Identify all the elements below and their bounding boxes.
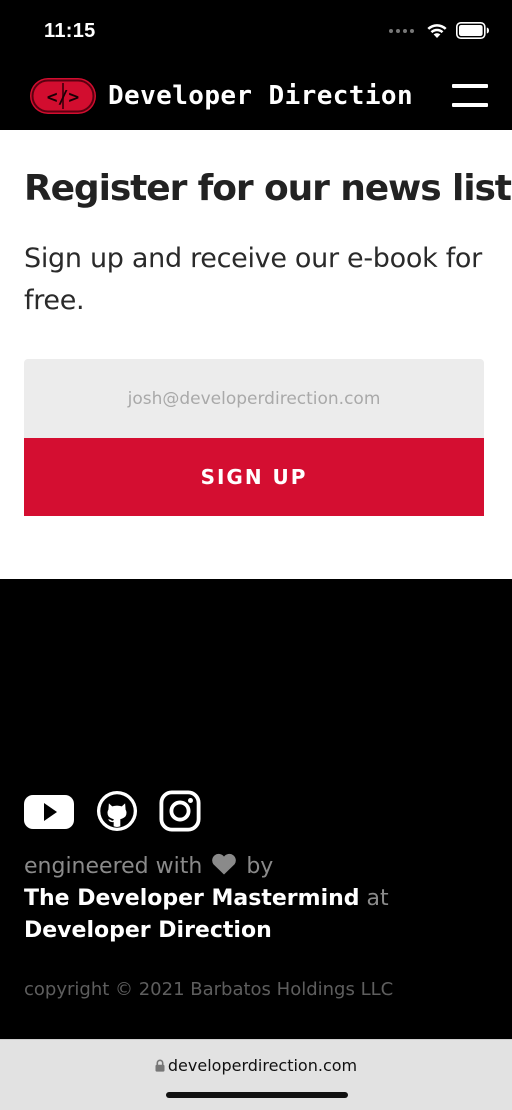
company-link[interactable]: Developer Direction: [24, 918, 272, 943]
page-title: Register for our news list.: [24, 168, 512, 209]
status-icons: [389, 22, 490, 39]
site-header: </> Developer Direction: [0, 64, 512, 130]
footer: engineered with by The Developer Masterm…: [0, 579, 512, 1039]
instagram-icon[interactable]: [158, 790, 202, 832]
signup-button[interactable]: SIGN UP: [24, 438, 484, 516]
credit-prefix: engineered with: [24, 854, 203, 879]
site-logo[interactable]: </>: [30, 78, 96, 114]
lock-icon: [155, 1059, 165, 1072]
url-text: developerdirection.com: [167, 1056, 358, 1075]
credit-by: by: [246, 854, 274, 879]
url-display[interactable]: developerdirection.com: [0, 1056, 512, 1075]
signup-description: Sign up and receive our e-book for free.: [24, 243, 482, 316]
status-bar: 11:15: [0, 0, 512, 64]
newsletter-section: Register for our news list. Sign up and …: [0, 130, 512, 579]
home-indicator[interactable]: [166, 1092, 348, 1098]
wifi-icon: [427, 24, 447, 38]
cellular-dots-icon: [389, 28, 414, 33]
copyright: copyright © 2021 Barbatos Holdings LLC: [24, 979, 394, 1000]
heart-icon: [212, 853, 237, 875]
email-field[interactable]: [24, 359, 484, 439]
credit-line: engineered with by The Developer Masterm…: [24, 851, 494, 947]
brand-title[interactable]: Developer Direction: [108, 81, 413, 111]
github-icon[interactable]: [95, 790, 139, 832]
battery-icon: [456, 22, 489, 39]
browser-url-bar[interactable]: developerdirection.com: [0, 1039, 512, 1110]
hamburger-menu-icon[interactable]: [452, 84, 488, 108]
credit-at: at: [366, 886, 389, 911]
youtube-icon[interactable]: [24, 790, 74, 832]
logo-text: </>: [47, 87, 80, 108]
status-time: 11:15: [44, 20, 96, 42]
mastermind-link[interactable]: The Developer Mastermind: [24, 886, 360, 911]
code-brackets-icon: </>: [31, 79, 95, 113]
